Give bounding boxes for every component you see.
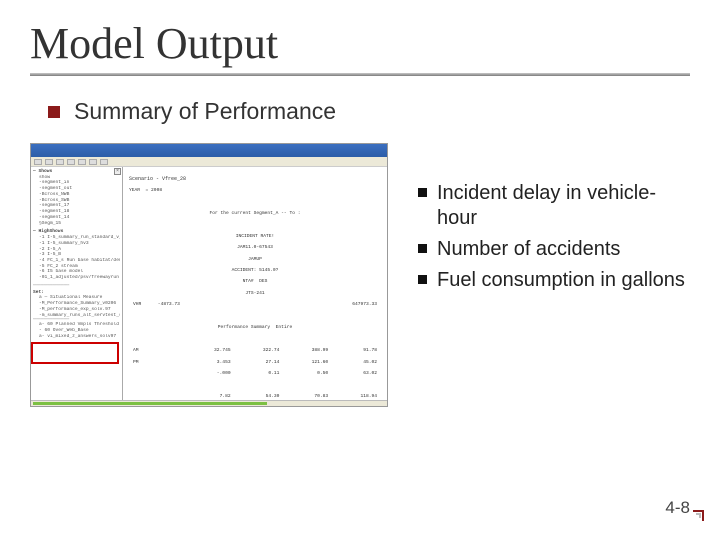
report-segment-header: For the current Segment_A -- To : bbox=[129, 211, 381, 217]
square-bullet-icon bbox=[418, 188, 427, 197]
table-row: -.0000.110.5063.02 bbox=[129, 371, 381, 377]
report-line: JAM11.0-67543 bbox=[129, 245, 381, 251]
point-row: Number of accidents bbox=[418, 237, 688, 262]
highlight-box bbox=[31, 342, 119, 364]
title-underline bbox=[30, 73, 690, 76]
toolbar-button bbox=[56, 159, 64, 165]
report-line: NTA# DES bbox=[129, 279, 381, 285]
panel-close-icon: × bbox=[114, 168, 121, 175]
tree-section: — Shows show -segment_in -segment_out -B… bbox=[33, 169, 120, 226]
tree-item: a- 60 Planned Vmpls Threshold Calibr bbox=[39, 322, 120, 328]
point-text: Fuel consumption in gallons bbox=[437, 268, 685, 293]
square-bullet-icon bbox=[418, 244, 427, 253]
toolbar-button bbox=[34, 159, 42, 165]
report-line: JAMUP bbox=[129, 257, 381, 263]
toolbar-button bbox=[78, 159, 86, 165]
tree-panel: × — Shows show -segment_in -segment_out … bbox=[31, 167, 123, 400]
report-line: JTS-241 bbox=[129, 291, 381, 297]
toolbar-button bbox=[100, 159, 108, 165]
point-text: Incident delay in vehicle-hour bbox=[437, 181, 688, 231]
point-row: Fuel consumption in gallons bbox=[418, 268, 688, 293]
square-bullet-icon bbox=[48, 106, 60, 118]
report-panel: Scenario - Vfree_28 YEAR = 2008 For the … bbox=[123, 167, 387, 400]
tree-divider: ━━━━━━━━━━━━━━━━━━━━ bbox=[33, 284, 120, 288]
tree-item: §Segm_15 bbox=[39, 221, 120, 227]
window-toolbar bbox=[31, 157, 387, 167]
report-line: ACCIDENT: 5145.0? bbox=[129, 268, 381, 274]
toolbar-button bbox=[45, 159, 53, 165]
tree-item: -M_performance_exp_solv.97 bbox=[39, 307, 120, 313]
tree-item: -1 I-5_summary_run_standard_v_02 bbox=[39, 235, 120, 241]
corner-decoration-icon bbox=[686, 510, 704, 528]
embedded-screenshot: × — Shows show -segment_in -segment_out … bbox=[30, 143, 388, 407]
report-scenario: Scenario - Vfree_28 bbox=[129, 176, 381, 182]
tree-item: a- vi_mixed_z_answers_solv97 bbox=[39, 334, 120, 340]
subtitle-row: Summary of Performance bbox=[48, 98, 690, 125]
report-section-title: Performance Summary Entire bbox=[129, 325, 381, 331]
table-row: PM3.45327.14121.6045.02 bbox=[129, 360, 381, 366]
toolbar-button bbox=[67, 159, 75, 165]
tree-section: — HighShows -1 I-5_summary_run_standard_… bbox=[33, 229, 120, 281]
points-column: Incident delay in vehicle-hour Number of… bbox=[418, 181, 688, 407]
toolbar-button bbox=[89, 159, 97, 165]
table-row: AM32.745322.74388.9991.78 bbox=[129, 348, 381, 354]
report-line: VHR -4873.73647973.33 bbox=[129, 302, 381, 308]
point-text: Number of accidents bbox=[437, 237, 620, 262]
subtitle-text: Summary of Performance bbox=[74, 98, 336, 125]
report-line: INCIDENT RATE! bbox=[129, 234, 381, 240]
report-year: YEAR = 2008 bbox=[129, 188, 381, 194]
point-row: Incident delay in vehicle-hour bbox=[418, 181, 688, 231]
tree-set-group: Set: a — Situational Measure -M_Performa… bbox=[33, 290, 120, 340]
slide: Model Output Summary of Performance × bbox=[0, 0, 720, 540]
tree-item: -01_1_adjusted/psv/freewayrun bbox=[39, 275, 120, 281]
tree-item: -4 FC_1_s Run base habitat/demo bbox=[39, 258, 120, 264]
content-row: × — Shows show -segment_in -segment_out … bbox=[30, 143, 690, 407]
slide-title: Model Output bbox=[30, 18, 690, 69]
window-statusbar bbox=[31, 400, 387, 406]
square-bullet-icon bbox=[418, 275, 427, 284]
window-titlebar bbox=[31, 144, 387, 157]
window-body: × — Shows show -segment_in -segment_out … bbox=[31, 167, 387, 400]
